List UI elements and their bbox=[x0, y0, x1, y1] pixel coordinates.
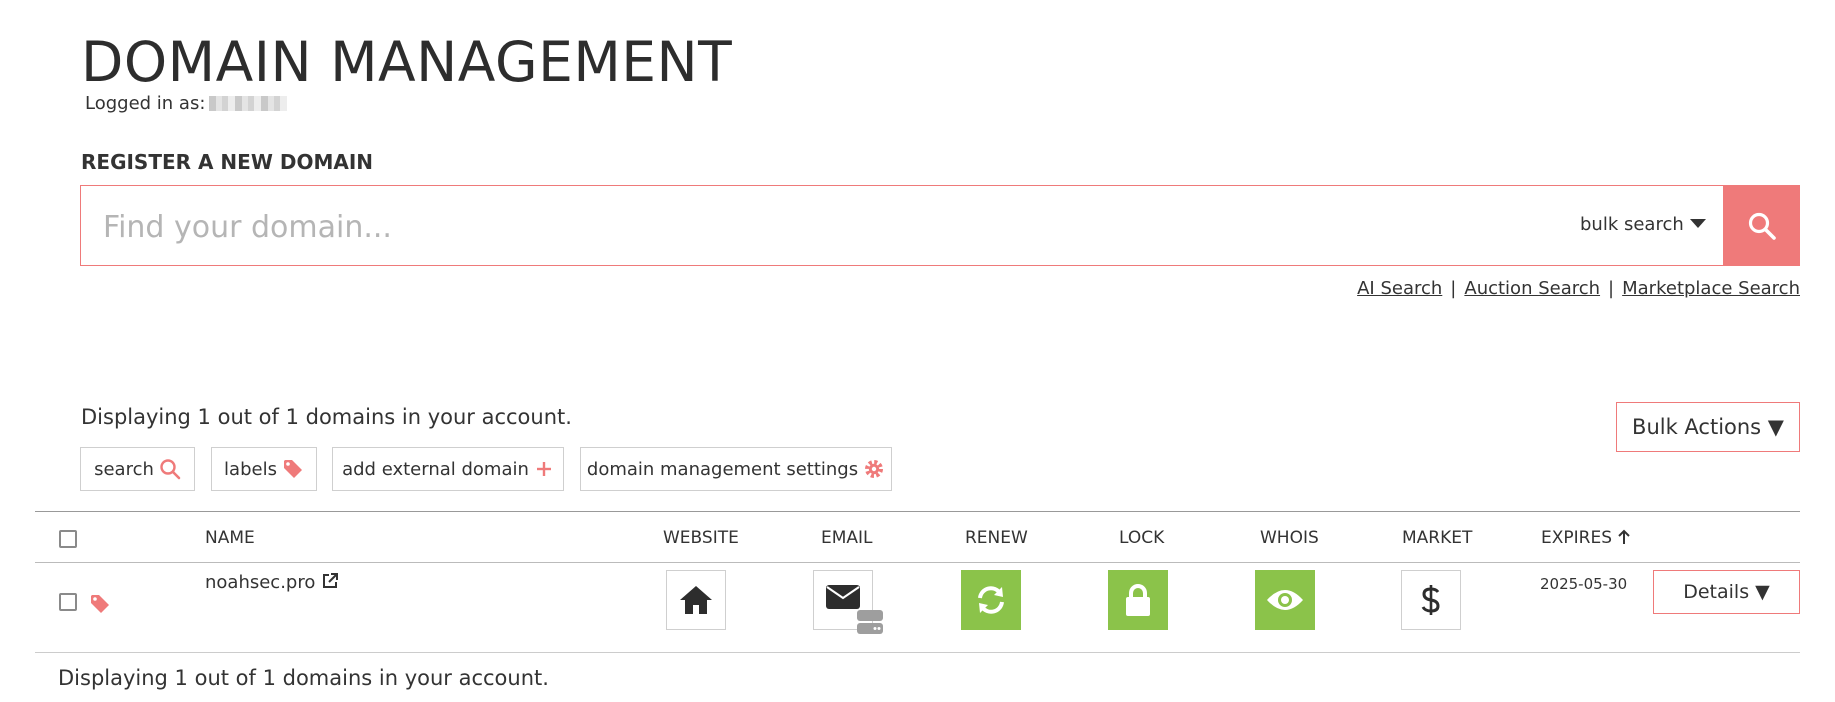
renew-button[interactable] bbox=[961, 570, 1021, 630]
search-filter-label: search bbox=[94, 458, 154, 480]
table-top-border bbox=[35, 511, 1800, 512]
lock-icon bbox=[1126, 584, 1150, 616]
external-link-icon bbox=[323, 573, 339, 588]
settings-label: domain management settings bbox=[586, 458, 859, 480]
bulk-search-label: bulk search bbox=[1580, 214, 1684, 235]
tag-icon[interactable] bbox=[89, 593, 111, 615]
row-divider bbox=[35, 652, 1800, 653]
email-button[interactable] bbox=[813, 570, 883, 634]
register-heading: REGISTER A NEW DOMAIN bbox=[81, 150, 374, 174]
column-header-renew: RENEW bbox=[965, 528, 1028, 548]
bulk-actions-button[interactable]: Bulk Actions ▼ bbox=[1616, 402, 1800, 452]
domain-search-input[interactable] bbox=[101, 206, 1555, 248]
auction-search-link[interactable]: Auction Search bbox=[1464, 278, 1600, 299]
labels-button[interactable]: labels bbox=[211, 447, 317, 491]
domain-count-text-bottom: Displaying 1 out of 1 domains in your ac… bbox=[58, 666, 549, 690]
domain-count-text: Displaying 1 out of 1 domains in your ac… bbox=[81, 405, 572, 429]
domain-name-link[interactable]: noahsec.pro bbox=[205, 572, 339, 593]
ai-search-link[interactable]: AI Search bbox=[1357, 278, 1442, 299]
select-all-checkbox[interactable] bbox=[59, 530, 77, 548]
page-title: DOMAIN MANAGEMENT bbox=[81, 30, 733, 94]
tag-icon bbox=[283, 460, 302, 478]
link-separator: | bbox=[1450, 278, 1457, 299]
expires-date: 2025-05-30 bbox=[1540, 575, 1628, 593]
search-button[interactable] bbox=[1724, 185, 1800, 266]
gear-icon bbox=[865, 460, 884, 478]
search-icon bbox=[160, 459, 181, 480]
domain-search-box: bulk search bbox=[80, 185, 1724, 266]
refresh-icon bbox=[978, 586, 1004, 614]
expires-label: EXPIRES bbox=[1541, 528, 1612, 548]
link-separator: | bbox=[1608, 278, 1615, 299]
search-filter-button[interactable]: search bbox=[80, 447, 195, 491]
column-header-email: EMAIL bbox=[821, 528, 873, 548]
envelope-icon bbox=[826, 585, 860, 609]
home-icon bbox=[680, 586, 712, 614]
column-header-name[interactable]: NAME bbox=[205, 528, 255, 548]
column-header-website: WEBSITE bbox=[663, 528, 739, 548]
plus-icon bbox=[536, 462, 551, 476]
column-header-whois: WHOIS bbox=[1260, 528, 1319, 548]
add-external-label: add external domain bbox=[342, 458, 529, 480]
dollar-icon bbox=[1421, 585, 1440, 615]
add-external-domain-button[interactable]: add external domain bbox=[332, 447, 564, 491]
search-links: AI Search | Auction Search | Marketplace Sea… bbox=[1357, 278, 1800, 299]
lock-button[interactable] bbox=[1108, 570, 1168, 630]
server-icon bbox=[857, 610, 883, 634]
details-button[interactable]: Details ▼ bbox=[1653, 570, 1800, 614]
column-header-expires[interactable]: EXPIRES bbox=[1541, 528, 1631, 548]
domain-settings-button[interactable]: domain management settings bbox=[580, 447, 892, 491]
redacted-username bbox=[209, 96, 288, 111]
sort-arrow-up-icon bbox=[1618, 529, 1631, 544]
column-header-lock: LOCK bbox=[1119, 528, 1165, 548]
website-button[interactable] bbox=[666, 570, 726, 630]
marketplace-search-link[interactable]: Marketplace Search bbox=[1622, 278, 1800, 299]
logged-in-label: Logged in as: bbox=[85, 93, 206, 114]
domain-name: noahsec.pro bbox=[205, 572, 316, 593]
bulk-search-dropdown[interactable]: bulk search bbox=[1580, 214, 1706, 235]
whois-button[interactable] bbox=[1255, 570, 1315, 630]
search-icon bbox=[1748, 212, 1776, 240]
market-button[interactable] bbox=[1401, 570, 1461, 630]
header-divider bbox=[35, 562, 1800, 563]
column-header-market: MARKET bbox=[1402, 528, 1473, 548]
labels-label: labels bbox=[224, 458, 277, 480]
caret-down-icon bbox=[1689, 219, 1706, 228]
logged-in-info: Logged in as: bbox=[85, 93, 288, 114]
row-checkbox[interactable] bbox=[59, 593, 77, 611]
eye-icon bbox=[1267, 590, 1303, 610]
